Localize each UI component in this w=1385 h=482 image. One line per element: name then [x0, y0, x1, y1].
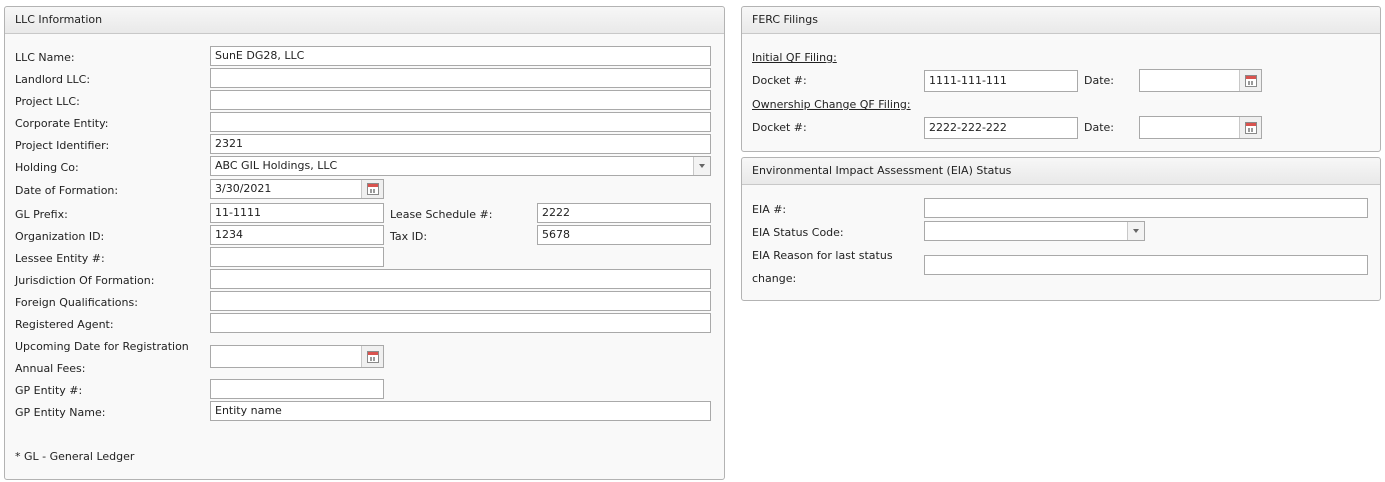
eia-number-field[interactable]: [924, 198, 1368, 218]
upcoming-date-label-line1: Upcoming Date for Registration: [15, 340, 189, 353]
eia-reason-label-line1: EIA Reason for last status: [752, 249, 893, 262]
ownership-docket-field[interactable]: 2222-222-222: [924, 117, 1078, 139]
landlord-llc-field[interactable]: [210, 68, 711, 88]
jurisdiction-field[interactable]: [210, 269, 711, 289]
ownership-date-field[interactable]: [1139, 116, 1262, 139]
gl-prefix-field[interactable]: 11-1111: [210, 203, 384, 223]
calendar-icon: [1244, 121, 1257, 134]
project-llc-label: Project LLC:: [15, 95, 80, 108]
date-of-formation-label: Date of Formation:: [15, 184, 119, 197]
registered-agent-label: Registered Agent:: [15, 318, 114, 331]
eia-number-label: EIA #:: [752, 203, 787, 216]
calendar-icon: [1244, 74, 1257, 87]
tax-id-field[interactable]: 5678: [537, 225, 711, 245]
upcoming-date-field[interactable]: [210, 345, 384, 368]
calendar-icon: [366, 350, 379, 363]
calendar-button[interactable]: [361, 180, 383, 198]
eia-reason-label-line2: change:: [752, 272, 797, 285]
ownership-docket-label: Docket #:: [752, 121, 807, 134]
initial-date-field[interactable]: [1139, 69, 1262, 92]
initial-docket-field[interactable]: 1111-111-111: [924, 70, 1078, 92]
llc-panel-title: LLC Information: [5, 7, 724, 34]
ownership-date-label: Date:: [1084, 121, 1114, 134]
organization-id-label: Organization ID:: [15, 230, 105, 243]
ownership-change-link[interactable]: Ownership Change QF Filing:: [752, 98, 911, 111]
initial-date-label: Date:: [1084, 74, 1114, 87]
corporate-entity-label: Corporate Entity:: [15, 117, 109, 130]
jurisdiction-label: Jurisdiction Of Formation:: [15, 274, 155, 287]
chevron-down-icon[interactable]: [1127, 222, 1144, 240]
holding-co-select[interactable]: ABC GIL Holdings, LLC: [210, 156, 711, 176]
gl-prefix-label: GL Prefix:: [15, 208, 68, 221]
date-of-formation-field[interactable]: 3/30/2021: [210, 179, 384, 199]
lease-schedule-field[interactable]: 2222: [537, 203, 711, 223]
llc-name-label: LLC Name:: [15, 51, 75, 64]
calendar-button[interactable]: [361, 346, 383, 367]
lease-schedule-label: Lease Schedule #:: [390, 208, 493, 221]
gl-footnote: * GL - General Ledger: [15, 450, 135, 463]
foreign-qualifications-label: Foreign Qualifications:: [15, 296, 138, 309]
gp-entity-name-field[interactable]: Entity name: [210, 401, 711, 421]
holding-co-label: Holding Co:: [15, 161, 79, 174]
foreign-qualifications-field[interactable]: [210, 291, 711, 311]
registered-agent-field[interactable]: [210, 313, 711, 333]
calendar-icon: [366, 183, 379, 195]
project-identifier-field[interactable]: 2321: [210, 134, 711, 154]
gp-entity-name-label: GP Entity Name:: [15, 406, 106, 419]
gp-entity-number-field[interactable]: [210, 379, 384, 399]
corporate-entity-field[interactable]: [210, 112, 711, 132]
eia-reason-field[interactable]: [924, 255, 1368, 275]
lessee-entity-field[interactable]: [210, 247, 384, 267]
date-of-formation-value: 3/30/2021: [215, 182, 272, 195]
gp-entity-number-label: GP Entity #:: [15, 384, 83, 397]
ferc-panel-title: FERC Filings: [742, 7, 1380, 34]
tax-id-label: Tax ID:: [390, 230, 428, 243]
initial-docket-label: Docket #:: [752, 74, 807, 87]
project-llc-field[interactable]: [210, 90, 711, 110]
initial-qf-filing-link[interactable]: Initial QF Filing:: [752, 51, 837, 64]
llc-name-field[interactable]: SunE DG28, LLC: [210, 46, 711, 66]
landlord-llc-label: Landlord LLC:: [15, 73, 91, 86]
lessee-entity-label: Lessee Entity #:: [15, 252, 105, 265]
calendar-button[interactable]: [1239, 117, 1261, 138]
project-identifier-label: Project Identifier:: [15, 139, 110, 152]
organization-id-field[interactable]: 1234: [210, 225, 384, 245]
eia-status-code-select[interactable]: [924, 221, 1145, 241]
chevron-down-icon[interactable]: [693, 157, 710, 175]
eia-status-code-label: EIA Status Code:: [752, 226, 844, 239]
holding-co-value: ABC GIL Holdings, LLC: [215, 159, 338, 172]
eia-panel-title: Environmental Impact Assessment (EIA) St…: [742, 158, 1380, 185]
calendar-button[interactable]: [1239, 70, 1261, 91]
upcoming-date-label-line2: Annual Fees:: [15, 362, 86, 375]
